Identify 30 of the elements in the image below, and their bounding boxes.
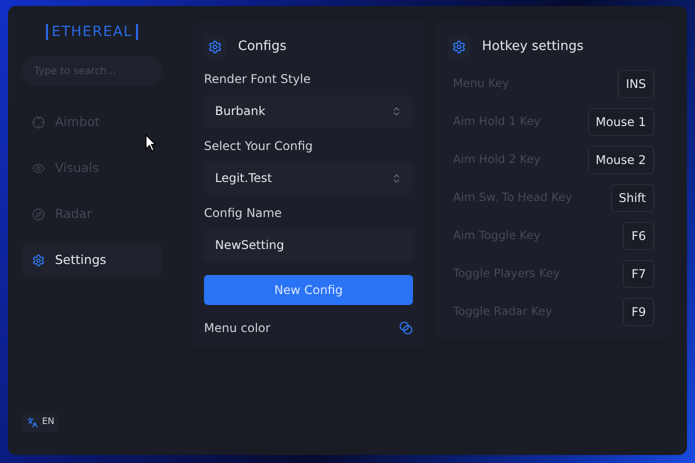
- nav-item[interactable]: Settings: [22, 244, 162, 276]
- select-field[interactable]: Legit.Test: [204, 162, 413, 194]
- menu-color-label: Menu color: [204, 320, 270, 337]
- crosshair-icon: [32, 116, 45, 128]
- panel-title: Configs: [238, 38, 286, 56]
- gear-icon: [32, 254, 45, 266]
- key-button[interactable]: F6: [623, 222, 654, 250]
- settings-icon: [452, 40, 466, 54]
- field-label: Render Font Style: [204, 71, 312, 88]
- field-label: Select Your Config: [204, 138, 314, 155]
- field-label: Config Name: [204, 205, 283, 222]
- key-button[interactable]: F7: [623, 260, 654, 288]
- translate-icon: [27, 417, 38, 428]
- select-field[interactable]: Burbank: [204, 95, 413, 127]
- logo: ETHEREAL: [46, 24, 138, 40]
- chevrons-icon: [391, 106, 402, 116]
- input-field[interactable]: NewSetting: [204, 229, 413, 261]
- key-button[interactable]: INS: [618, 70, 654, 98]
- key-button[interactable]: Shift: [610, 184, 654, 212]
- panel-title: Hotkey settings: [482, 38, 584, 56]
- settings-icon: [208, 40, 222, 54]
- language-button[interactable]: EN: [22, 412, 60, 432]
- compass-icon: [32, 208, 45, 220]
- chevrons-icon: [391, 172, 402, 184]
- color-picker-icon[interactable]: [399, 321, 413, 335]
- eye-icon: [32, 162, 45, 174]
- key-button[interactable]: F9: [623, 298, 654, 326]
- key-button[interactable]: Mouse 2: [588, 146, 654, 174]
- mouse-cursor-icon: [145, 134, 156, 152]
- key-button[interactable]: Mouse 1: [588, 108, 654, 136]
